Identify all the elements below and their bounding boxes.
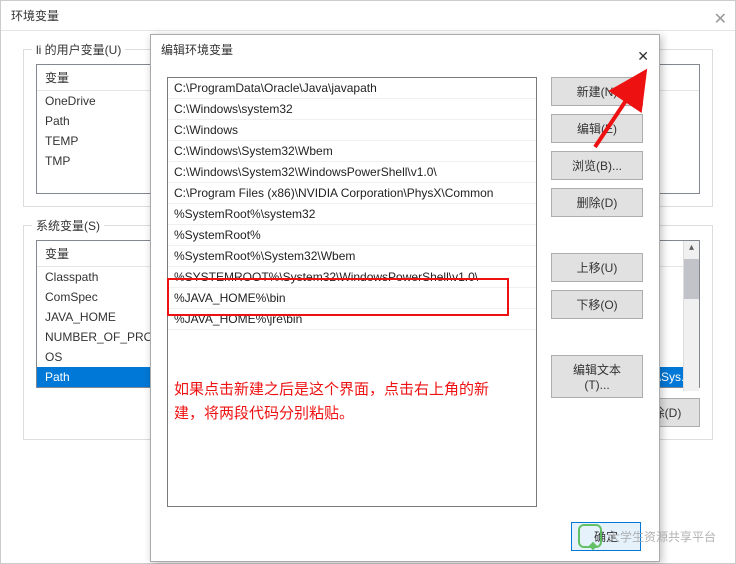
var-header: 变量 bbox=[45, 245, 165, 262]
sys-group-label: 系统变量(S) bbox=[32, 217, 104, 234]
path-listbox[interactable]: C:\ProgramData\Oracle\Java\javapath C:\W… bbox=[167, 77, 537, 507]
parent-title-text: 环境变量 bbox=[11, 9, 59, 23]
new-button[interactable]: 新建(N) bbox=[551, 77, 643, 106]
path-item[interactable]: %JAVA_HOME%\jre\bin bbox=[168, 309, 536, 330]
edit-env-var-dialog: 编辑环境变量 ✕ C:\ProgramData\Oracle\Java\java… bbox=[150, 34, 660, 562]
child-close-icon[interactable]: ✕ bbox=[637, 41, 649, 71]
path-item[interactable]: C:\Windows\System32\WindowsPowerShell\v1… bbox=[168, 162, 536, 183]
edit-text-button[interactable]: 编辑文本(T)... bbox=[551, 355, 643, 398]
move-down-button[interactable]: 下移(O) bbox=[551, 290, 643, 319]
scroll-thumb[interactable] bbox=[684, 259, 699, 299]
var-header: 变量 bbox=[45, 69, 165, 86]
path-item[interactable]: %SystemRoot%\System32\Wbem bbox=[168, 246, 536, 267]
parent-close-icon[interactable]: ✕ bbox=[714, 5, 727, 35]
browse-button[interactable]: 浏览(B)... bbox=[551, 151, 643, 180]
path-item[interactable]: %SYSTEMROOT%\System32\WindowsPowerShell\… bbox=[168, 267, 536, 288]
path-item[interactable]: %SystemRoot% bbox=[168, 225, 536, 246]
watermark-text: 大学生资源共享平台 bbox=[608, 528, 716, 545]
edit-button[interactable]: 编辑(E) bbox=[551, 114, 643, 143]
path-item[interactable]: C:\Windows\system32 bbox=[168, 99, 536, 120]
path-item[interactable]: C:\Program Files (x86)\NVIDIA Corporatio… bbox=[168, 183, 536, 204]
side-buttons: 新建(N) 编辑(E) 浏览(B)... 删除(D) 上移(U) 下移(O) 编… bbox=[551, 77, 643, 507]
scroll-up-icon[interactable]: ▴ bbox=[684, 241, 699, 255]
path-item[interactable]: %SystemRoot%\system32 bbox=[168, 204, 536, 225]
path-item[interactable]: C:\Windows\System32\Wbem bbox=[168, 141, 536, 162]
path-item[interactable]: C:\ProgramData\Oracle\Java\javapath bbox=[168, 78, 536, 99]
child-title-text: 编辑环境变量 bbox=[161, 43, 233, 57]
wechat-icon bbox=[578, 524, 602, 548]
child-title-bar: 编辑环境变量 ✕ bbox=[151, 35, 659, 65]
scrollbar[interactable]: ▴ bbox=[683, 241, 699, 391]
annotation-text: 如果点击新建之后是这个界面，点击右上角的新建，将两段代码分别粘贴。 bbox=[174, 378, 504, 426]
parent-title-bar: 环境变量 ✕ bbox=[1, 1, 735, 31]
path-item[interactable]: %JAVA_HOME%\bin bbox=[168, 288, 536, 309]
path-item[interactable]: C:\Windows bbox=[168, 120, 536, 141]
move-up-button[interactable]: 上移(U) bbox=[551, 253, 643, 282]
delete-button[interactable]: 删除(D) bbox=[551, 188, 643, 217]
watermark: 大学生资源共享平台 bbox=[578, 524, 716, 548]
user-group-label: li 的用户变量(U) bbox=[32, 41, 125, 58]
